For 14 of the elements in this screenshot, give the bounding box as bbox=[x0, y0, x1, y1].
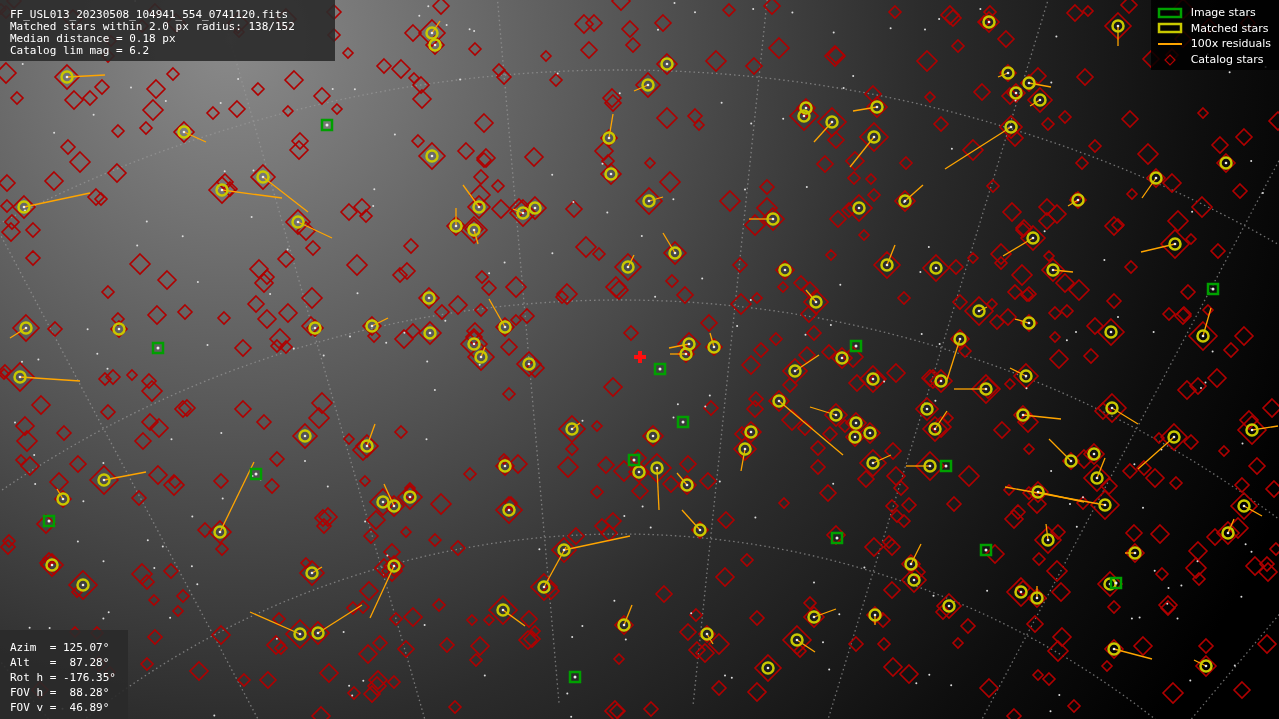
center-cross-icon bbox=[634, 351, 646, 363]
legend-label: Image stars bbox=[1190, 6, 1256, 20]
legend-label: Catalog stars bbox=[1190, 53, 1264, 67]
legend-label: 100x residuals bbox=[1190, 37, 1271, 51]
info-text: Rot h = -176.35° bbox=[10, 670, 116, 685]
info-text: Catalog lim mag = 6.2 bbox=[10, 45, 150, 57]
info-text: Matched stars within 2.0 px radius: 138/152 bbox=[10, 21, 295, 33]
info-text: Alt = 87.28° bbox=[10, 655, 110, 670]
info-text: Azim = 125.07° bbox=[10, 640, 110, 655]
info-text: Median distance = 0.18 px bbox=[10, 33, 176, 45]
legend-label: Matched stars bbox=[1190, 21, 1269, 35]
info-text: FOV v = 46.89° bbox=[10, 700, 110, 715]
info-text: FOV h = 88.28° bbox=[10, 685, 110, 700]
info-text: FF_USL013_20230508_104941_554_0741120.fits bbox=[10, 9, 289, 21]
